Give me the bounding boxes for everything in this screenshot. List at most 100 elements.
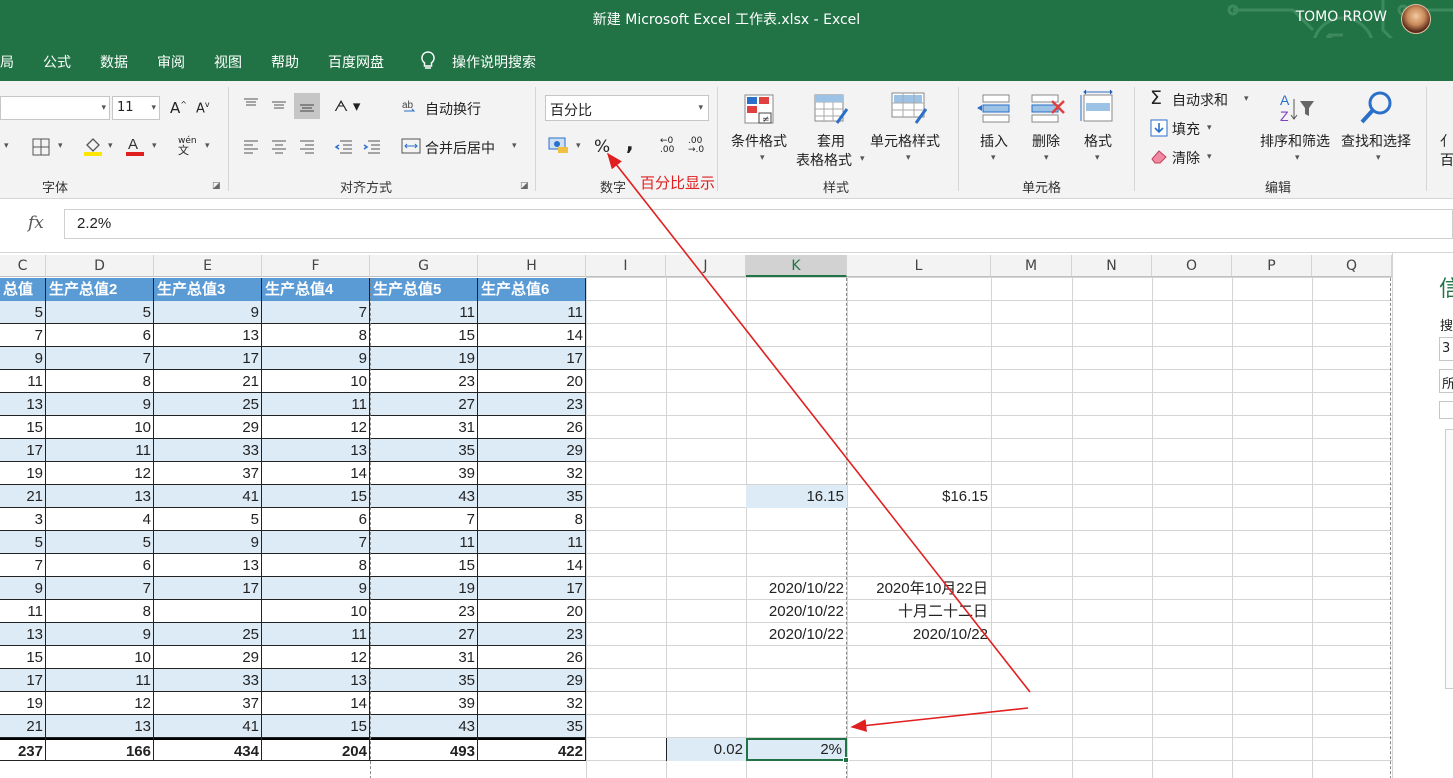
table-cell[interactable]: 17 bbox=[0, 439, 46, 462]
tab-review[interactable]: 审阅 bbox=[157, 52, 185, 72]
table-cell[interactable]: 41 bbox=[154, 485, 262, 508]
font-dialog-launcher-icon[interactable]: ◪ bbox=[212, 181, 221, 191]
percent-style-button[interactable]: % bbox=[594, 137, 610, 157]
cell-styles-icon[interactable] bbox=[890, 91, 930, 127]
table-cell[interactable]: 14 bbox=[478, 554, 586, 577]
column-header-p[interactable]: P bbox=[1232, 255, 1312, 277]
cell-k-date-2[interactable]: 2020/10/22 bbox=[746, 600, 847, 623]
total-cell[interactable]: 493 bbox=[370, 738, 478, 761]
table-cell[interactable]: 14 bbox=[262, 692, 370, 715]
delete-dropdown-icon[interactable]: ▾ bbox=[1044, 153, 1049, 163]
table-cell[interactable]: 23 bbox=[478, 623, 586, 646]
column-header-n[interactable]: N bbox=[1072, 255, 1152, 277]
table-cell[interactable]: 35 bbox=[478, 715, 586, 738]
font-size-box[interactable]: 11 ▾ bbox=[112, 96, 160, 120]
cell-l-date-2[interactable]: 十月二十二日 bbox=[847, 600, 991, 623]
table-cell[interactable]: 12 bbox=[46, 692, 154, 715]
partial-button-bottom[interactable]: 百 bbox=[1440, 150, 1453, 170]
cell-k-date-3[interactable]: 2020/10/22 bbox=[746, 623, 847, 646]
table-cell[interactable]: 4 bbox=[46, 508, 154, 531]
tab-formulas[interactable]: 公式 bbox=[43, 52, 71, 72]
worksheet-grid[interactable]: C D E F G H I J K L M N O P Q 总值 生产总值2 生产总值3 生产总值4 生产总值5 生产总… bbox=[0, 253, 1392, 778]
chevron-down-icon[interactable]: ▾ bbox=[4, 141, 9, 151]
table-cell[interactable]: 15 bbox=[262, 715, 370, 738]
table-cell[interactable]: 7 bbox=[262, 531, 370, 554]
table-cell[interactable]: 5 bbox=[0, 301, 46, 324]
table-cell[interactable]: 9 bbox=[154, 531, 262, 554]
table-cell[interactable]: 15 bbox=[370, 324, 478, 347]
table-cell[interactable]: 25 bbox=[154, 393, 262, 416]
table-cell[interactable]: 26 bbox=[478, 646, 586, 669]
table-cell[interactable]: 11 bbox=[478, 531, 586, 554]
table-cell[interactable]: 23 bbox=[478, 393, 586, 416]
increase-indent-icon[interactable] bbox=[362, 137, 382, 155]
decrease-decimal-icon[interactable]: .00 →.0 bbox=[688, 137, 704, 155]
table-cell[interactable]: 25 bbox=[154, 623, 262, 646]
format-dropdown-icon[interactable]: ▾ bbox=[1095, 153, 1100, 163]
merge-center-icon[interactable] bbox=[401, 137, 421, 155]
column-header-o[interactable]: O bbox=[1152, 255, 1232, 277]
cell-l-currency[interactable]: $16.15 bbox=[847, 485, 991, 508]
table-cell[interactable]: 29 bbox=[154, 646, 262, 669]
table-cell[interactable]: 13 bbox=[46, 715, 154, 738]
font-color-icon[interactable]: A bbox=[124, 135, 146, 157]
sidepane-input-1[interactable]: 3 bbox=[1439, 337, 1453, 361]
cell-j-decimal[interactable]: 0.02 bbox=[666, 738, 746, 761]
table-cell[interactable]: 12 bbox=[262, 646, 370, 669]
autosum-button[interactable]: 自动求和 bbox=[1172, 90, 1228, 110]
table-cell[interactable]: 8 bbox=[262, 554, 370, 577]
table-cell[interactable]: 5 bbox=[46, 301, 154, 324]
table-cell[interactable]: 41 bbox=[154, 715, 262, 738]
number-format-select[interactable]: 百分比 ▾ bbox=[545, 95, 709, 121]
align-center-icon[interactable] bbox=[270, 137, 288, 155]
table-format-dropdown-icon[interactable]: ▾ bbox=[860, 154, 865, 164]
table-cell[interactable]: 3 bbox=[0, 508, 46, 531]
table-cell[interactable]: 11 bbox=[46, 439, 154, 462]
table-cell[interactable]: 10 bbox=[262, 600, 370, 623]
table-cell[interactable]: 13 bbox=[262, 439, 370, 462]
conditional-format-button[interactable]: 条件格式 bbox=[731, 131, 787, 151]
total-cell[interactable]: 237 bbox=[0, 738, 46, 761]
column-header-h[interactable]: H bbox=[478, 255, 586, 277]
table-cell[interactable]: 15 bbox=[370, 554, 478, 577]
cell-l-date-3[interactable]: 2020/10/22 bbox=[847, 623, 991, 646]
table-cell[interactable]: 8 bbox=[46, 600, 154, 623]
sidepane-list[interactable] bbox=[1445, 429, 1453, 689]
table-cell[interactable]: 15 bbox=[262, 485, 370, 508]
total-cell[interactable]: 434 bbox=[154, 738, 262, 761]
table-cell[interactable]: 37 bbox=[154, 462, 262, 485]
phonetic-dropdown-icon[interactable]: ▾ bbox=[205, 141, 210, 151]
increase-font-icon[interactable]: A^ bbox=[170, 99, 187, 117]
table-cell[interactable]: 13 bbox=[0, 393, 46, 416]
total-cell[interactable]: 166 bbox=[46, 738, 154, 761]
clear-button[interactable]: 清除 bbox=[1172, 148, 1200, 168]
clear-dropdown-icon[interactable]: ▾ bbox=[1207, 152, 1212, 162]
insert-dropdown-icon[interactable]: ▾ bbox=[991, 153, 996, 163]
decrease-font-icon[interactable]: Av bbox=[196, 100, 210, 116]
table-cell[interactable]: 20 bbox=[478, 370, 586, 393]
table-cell[interactable]: 29 bbox=[478, 669, 586, 692]
formula-input[interactable]: 2.2% bbox=[64, 209, 1453, 239]
accounting-dropdown-icon[interactable]: ▾ bbox=[576, 141, 581, 151]
column-header-j[interactable]: J bbox=[666, 255, 746, 277]
sort-filter-button[interactable]: 排序和筛选 bbox=[1260, 131, 1330, 151]
table-cell[interactable]: 13 bbox=[154, 324, 262, 347]
avatar[interactable] bbox=[1401, 4, 1431, 34]
table-cell[interactable]: 35 bbox=[370, 669, 478, 692]
column-header-f[interactable]: F bbox=[262, 255, 370, 277]
insert-cells-icon[interactable] bbox=[975, 91, 1011, 125]
table-cell[interactable]: 6 bbox=[262, 508, 370, 531]
tell-me-search[interactable]: 操作说明搜索 bbox=[452, 52, 536, 72]
table-cell[interactable]: 11 bbox=[370, 301, 478, 324]
table-cell[interactable]: 37 bbox=[154, 692, 262, 715]
table-cell[interactable]: 9 bbox=[0, 577, 46, 600]
column-header-k[interactable]: K bbox=[746, 255, 847, 277]
table-cell[interactable]: 14 bbox=[478, 324, 586, 347]
column-header-g[interactable]: G bbox=[370, 255, 478, 277]
sidepane-button[interactable] bbox=[1439, 401, 1453, 419]
table-cell[interactable]: 31 bbox=[370, 646, 478, 669]
user-name[interactable]: TOMO RROW bbox=[1296, 9, 1387, 25]
tab-data[interactable]: 数据 bbox=[100, 52, 128, 72]
table-cell[interactable]: 35 bbox=[370, 439, 478, 462]
tab-help[interactable]: 帮助 bbox=[271, 52, 299, 72]
